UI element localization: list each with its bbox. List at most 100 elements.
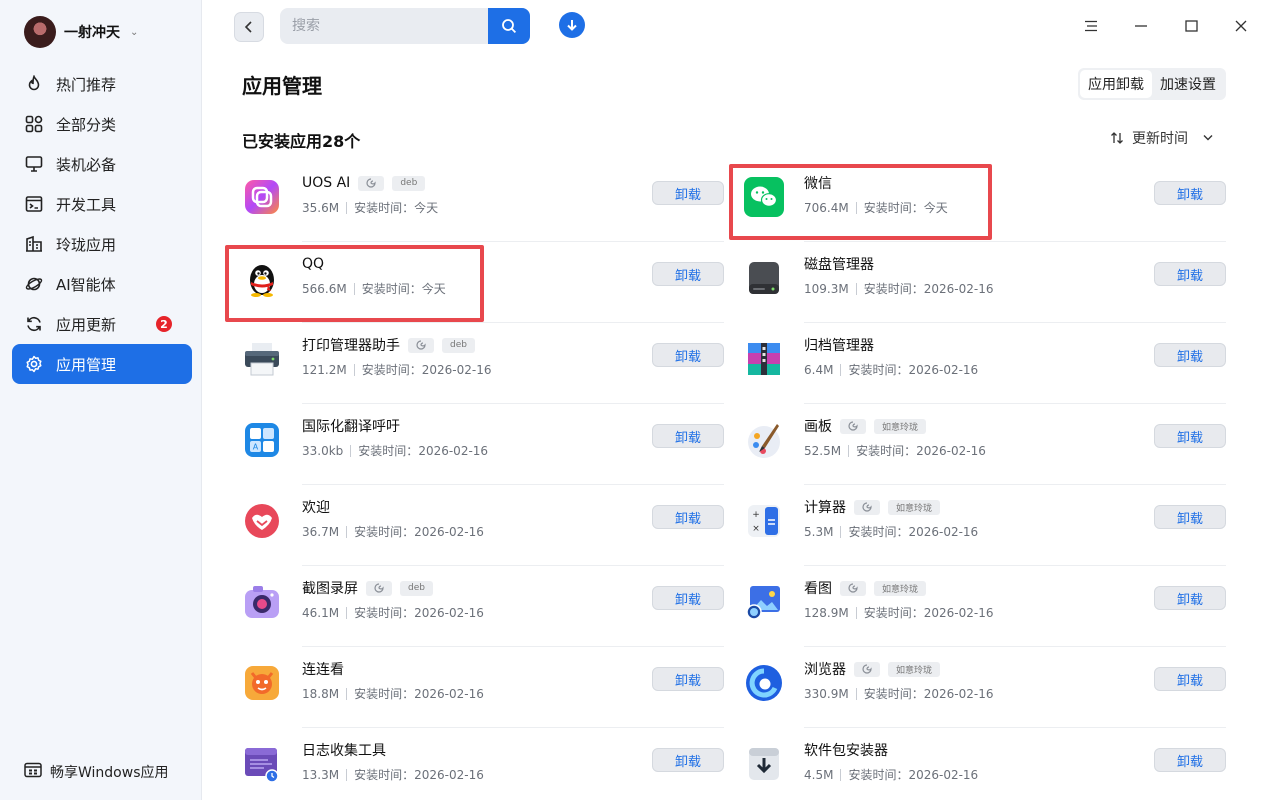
app-meta: 13.3M 安装时间： 2026-02-16: [302, 766, 484, 783]
minimize-button[interactable]: [1129, 14, 1153, 38]
app-item[interactable]: 软件包安装器 4.5M 安装时间： 2026-02-16 卸载: [744, 728, 1226, 800]
uninstall-button[interactable]: 卸载: [652, 505, 724, 529]
sidebar: 一射冲天 ⌄ 热门推荐 全部分类 装机必备 开发工具 玲珑应用 AI智能体 应用…: [0, 0, 202, 800]
sidebar-item-hot[interactable]: 热门推荐: [12, 64, 192, 104]
uninstall-button[interactable]: 卸载: [1154, 424, 1226, 448]
app-item[interactable]: 浏览器 如意玲珑 330.9M 安装时间： 2026-02-16 卸载: [744, 647, 1226, 728]
app-meta: 121.2M 安装时间： 2026-02-16: [302, 361, 491, 378]
app-title-row: 计算器 如意玲珑: [804, 497, 941, 517]
close-icon: [1235, 20, 1247, 32]
sidebar-item-label: 应用更新: [56, 315, 117, 334]
package-tag: 如意玲珑: [874, 418, 927, 434]
sidebar-item-manage[interactable]: 应用管理: [12, 344, 192, 384]
user-profile[interactable]: 一射冲天 ⌄: [24, 16, 138, 48]
install-time-label: 安装时间：: [848, 768, 909, 782]
app-item[interactable]: 截图录屏 deb 46.1M 安装时间： 2026-02-16 卸载: [242, 566, 724, 647]
search-input[interactable]: [280, 8, 488, 44]
close-button[interactable]: [1229, 14, 1253, 38]
uninstall-button[interactable]: 卸载: [1154, 586, 1226, 610]
app-item[interactable]: 画板 如意玲珑 52.5M 安装时间： 2026-02-16 卸载: [744, 404, 1226, 485]
app-item[interactable]: A 国际化翻译呼吁 33.0kb 安装时间： 2026-02-16 卸载: [242, 404, 724, 485]
download-icon: [567, 20, 577, 31]
app-icon: [744, 339, 784, 379]
flame-icon: [24, 74, 44, 94]
app-icon: [744, 258, 784, 298]
uninstall-button[interactable]: 卸载: [652, 667, 724, 691]
meta-divider: [855, 687, 857, 700]
app-title-row: 磁盘管理器: [804, 254, 874, 274]
search-box: [280, 8, 530, 44]
linglong-tag-icon: [854, 499, 880, 515]
uninstall-button[interactable]: 卸载: [1154, 262, 1226, 286]
app-size: 13.3M: [302, 767, 340, 782]
maximize-button[interactable]: [1179, 14, 1203, 38]
uninstall-button[interactable]: 卸载: [652, 343, 724, 367]
app-icon: [744, 582, 784, 622]
app-item[interactable]: 连连看 18.8M 安装时间： 2026-02-16 卸载: [242, 647, 724, 728]
uninstall-button[interactable]: 卸载: [1154, 343, 1226, 367]
app-meta: 52.5M 安装时间： 2026-02-16: [804, 442, 986, 459]
install-time: 2026-02-16: [923, 281, 994, 296]
sidebar-item-linglong[interactable]: 玲珑应用: [12, 224, 192, 264]
uninstall-button[interactable]: 卸载: [652, 424, 724, 448]
app-item[interactable]: 打印管理器助手 deb 121.2M 安装时间： 2026-02-16 卸载: [242, 323, 724, 404]
meta-divider: [855, 606, 857, 619]
install-time: 2026-02-16: [421, 362, 492, 377]
app-item[interactable]: 磁盘管理器 109.3M 安装时间： 2026-02-16 卸载: [744, 242, 1226, 323]
uninstall-button[interactable]: 卸载: [652, 586, 724, 610]
sidebar-item-all[interactable]: 全部分类: [12, 104, 192, 144]
avatar[interactable]: [24, 16, 56, 48]
app-title-row: 软件包安装器: [804, 740, 888, 760]
chevron-left-icon: [244, 21, 252, 33]
app-name: 归档管理器: [804, 338, 874, 354]
uninstall-button[interactable]: 卸载: [1154, 667, 1226, 691]
sidebar-item-ai[interactable]: AI智能体: [12, 264, 192, 304]
meta-divider: [353, 363, 355, 376]
app-item[interactable]: 归档管理器 6.4M 安装时间： 2026-02-16 卸载: [744, 323, 1226, 404]
uninstall-button[interactable]: 卸载: [1154, 505, 1226, 529]
sidebar-item-label: 玲珑应用: [56, 235, 117, 254]
app-icon: A: [242, 420, 282, 460]
sort-dropdown[interactable]: 更新时间: [1110, 128, 1218, 148]
uninstall-button[interactable]: 卸载: [652, 748, 724, 772]
meta-divider: [346, 768, 348, 781]
sidebar-item-dev[interactable]: 开发工具: [12, 184, 192, 224]
app-item[interactable]: 看图 如意玲珑 128.9M 安装时间： 2026-02-16 卸载: [744, 566, 1226, 647]
app-item[interactable]: 日志收集工具 13.3M 安装时间： 2026-02-16 卸载: [242, 728, 724, 800]
install-time: 2026-02-16: [414, 524, 484, 539]
uninstall-button[interactable]: 卸载: [652, 262, 724, 286]
chevron-down-icon[interactable]: ⌄: [130, 27, 138, 38]
app-item[interactable]: + × 计算器 如意玲珑 5.3M 安装时间： 2026-02-16 卸载: [744, 485, 1226, 566]
svg-text:+: +: [752, 510, 760, 520]
search-button[interactable]: [488, 8, 530, 44]
tab-app-uninstall[interactable]: 应用卸载: [1080, 70, 1152, 98]
meta-divider: [346, 525, 348, 538]
back-button[interactable]: [234, 12, 264, 42]
app-item[interactable]: 欢迎 36.7M 安装时间： 2026-02-16 卸载: [242, 485, 724, 566]
uninstall-button[interactable]: 卸载: [652, 181, 724, 205]
menu-button[interactable]: [1079, 14, 1103, 38]
app-size: 35.6M: [302, 200, 340, 215]
app-title-row: 国际化翻译呼吁: [302, 416, 400, 436]
tab-accel-settings[interactable]: 加速设置: [1152, 70, 1224, 98]
windows-apps-link[interactable]: 畅享Windows应用: [24, 762, 169, 782]
app-icon: [242, 339, 282, 379]
install-time: 2026-02-16: [414, 686, 484, 701]
installed-count: 已安装应用28个: [242, 132, 361, 151]
app-name: 连连看: [302, 662, 344, 678]
uninstall-button[interactable]: 卸载: [1154, 748, 1226, 772]
linglong-tag-icon: [358, 175, 385, 191]
download-manager-button[interactable]: [559, 12, 585, 38]
uninstall-button[interactable]: 卸载: [1154, 181, 1226, 205]
app-icon: [242, 582, 282, 622]
app-size: 52.5M: [804, 443, 842, 458]
app-name: 画板: [804, 419, 832, 435]
app-item[interactable]: UOS AI deb 35.6M 安装时间： 今天 卸载: [242, 161, 724, 242]
install-time: 2026-02-16: [923, 605, 994, 620]
package-tag: 如意玲珑: [888, 661, 941, 677]
linglong-tag-icon: [840, 418, 866, 434]
sidebar-item-essential[interactable]: 装机必备: [12, 144, 192, 184]
sidebar-item-update[interactable]: 应用更新 2: [12, 304, 192, 344]
app-meta: 35.6M 安装时间： 今天: [302, 199, 438, 216]
install-time: 2026-02-16: [908, 767, 979, 782]
